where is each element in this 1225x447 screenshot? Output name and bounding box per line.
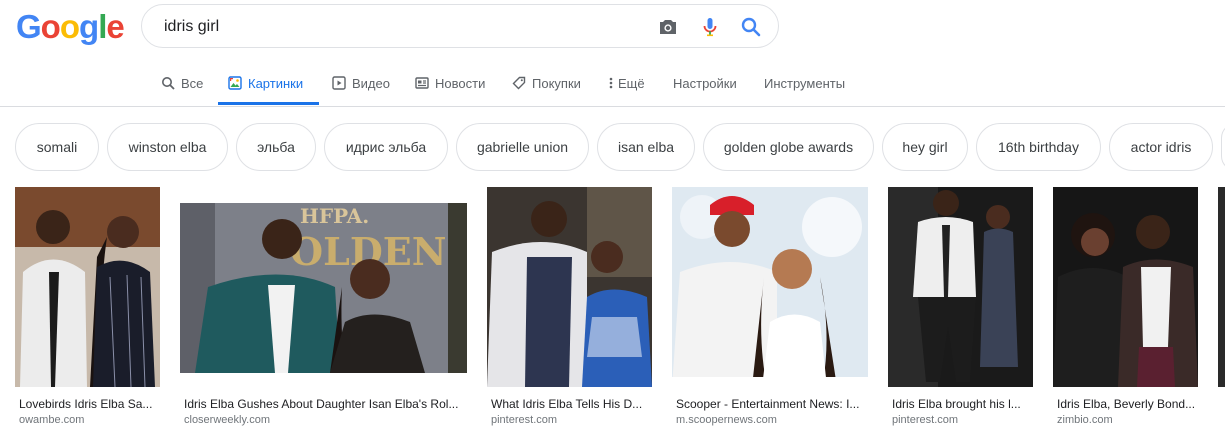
search-icon (162, 77, 175, 90)
result-thumbnail[interactable] (672, 187, 868, 387)
tab-shopping[interactable]: Покупки (512, 74, 581, 106)
logo-letter: e (106, 8, 124, 45)
result-caption[interactable]: Idris Elba, Beverly Bond... (1057, 397, 1198, 411)
news-icon (415, 77, 429, 89)
google-logo[interactable]: Google (16, 8, 125, 45)
result-site[interactable]: m.scoopernews.com (676, 414, 868, 426)
result-thumbnail[interactable] (487, 187, 652, 387)
result-site[interactable]: pinterest.com (491, 414, 652, 426)
related-chip[interactable]: somali (15, 123, 99, 171)
result-thumbnail[interactable] (15, 187, 160, 387)
video-icon (332, 76, 346, 90)
tab-label: Видео (352, 76, 390, 91)
logo-letter: g (79, 8, 99, 45)
tab-label: Картинки (248, 76, 304, 91)
related-chip[interactable]: gabrielle union (456, 123, 589, 171)
result-site[interactable]: owambe.com (19, 414, 160, 426)
related-chip[interactable]: actor idris (1109, 123, 1213, 171)
logo-letter: o (40, 8, 61, 45)
tab-label: Настройки (673, 76, 737, 91)
result-caption[interactable]: Idris Elba brought his l... (892, 397, 1033, 411)
tab-settings[interactable]: Настройки (673, 74, 737, 106)
related-chip[interactable]: isan elba (597, 123, 695, 171)
tab-video[interactable]: Видео (332, 74, 390, 106)
related-chip[interactable]: идрис эльба (324, 123, 448, 171)
result-thumbnail[interactable] (1218, 187, 1225, 387)
related-chip[interactable]: hey girl (882, 123, 968, 171)
related-chip[interactable]: winston elba (107, 123, 228, 171)
tab-label: Новости (435, 76, 486, 91)
search-icon[interactable] (739, 15, 763, 39)
result-thumbnail[interactable]: HFPA. OLDEN (180, 187, 467, 387)
result-caption[interactable]: Lovebirds Idris Elba Sa... (19, 397, 160, 411)
tab-label: Покупки (532, 76, 581, 91)
logo-letter: l (98, 8, 107, 45)
logo-letter: o (59, 8, 80, 45)
header-divider (0, 106, 1225, 107)
related-chip[interactable]: эльба (236, 123, 316, 171)
tag-icon (512, 76, 526, 90)
tab-label: Ещё (618, 76, 645, 91)
active-tab-indicator (218, 102, 319, 105)
tab-more[interactable]: Ещё (607, 74, 645, 106)
tab-tools[interactable]: Инструменты (764, 74, 845, 106)
tab-label: Инструменты (764, 76, 846, 91)
related-chip-partial[interactable] (1221, 123, 1225, 171)
result-site[interactable]: zimbio.com (1057, 414, 1198, 426)
result-thumbnail[interactable] (888, 187, 1033, 387)
tab-label: Все (181, 76, 204, 91)
logo-letter: G (16, 8, 42, 45)
result-caption[interactable]: Idris Elba Gushes About Daughter Isan El… (184, 397, 467, 411)
related-chip[interactable]: 16th birthday (976, 123, 1101, 171)
result-site[interactable]: pinterest.com (892, 414, 1033, 426)
image-icon (228, 76, 242, 90)
search-box[interactable]: idris girl (141, 4, 779, 48)
related-chip[interactable]: golden globe awards (703, 123, 874, 171)
camera-icon[interactable] (656, 15, 680, 39)
microphone-icon[interactable] (698, 15, 722, 39)
tab-news[interactable]: Новости (415, 74, 485, 106)
result-thumbnail[interactable] (1053, 187, 1198, 387)
result-caption[interactable]: Scooper - Entertainment News: I... (676, 397, 868, 411)
search-input[interactable]: idris girl (164, 18, 219, 36)
tab-all[interactable]: Все (161, 74, 203, 106)
result-caption[interactable]: What Idris Elba Tells His D... (491, 397, 652, 411)
more-vert-icon (609, 77, 613, 89)
result-site[interactable]: closerweekly.com (184, 414, 467, 426)
svg-text:HFPA.: HFPA. (300, 204, 369, 228)
